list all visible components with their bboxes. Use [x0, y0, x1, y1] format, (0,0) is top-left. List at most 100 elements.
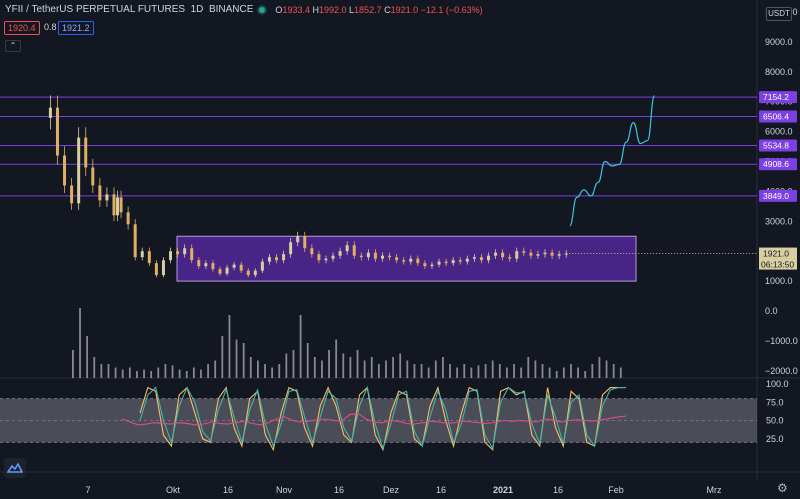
tradingview-logo-icon[interactable] [4, 458, 26, 478]
time-tick-label: Mrz [707, 485, 722, 495]
chart-canvas[interactable]: 10000.09000.08000.07000.06000.05000.0400… [0, 0, 800, 499]
candle-body [119, 197, 123, 213]
candle-body [140, 251, 144, 258]
chevron-up-icon[interactable]: ⌃ [5, 40, 21, 52]
price-tick-label: 3000.0 [765, 216, 793, 226]
candle-body [515, 251, 519, 259]
candle-body [161, 260, 165, 276]
time-tick-label: 16 [553, 485, 563, 495]
volume-bar [200, 369, 202, 378]
candle [55, 95, 59, 165]
consolidation-range-box [176, 235, 637, 282]
candle-body [536, 254, 540, 256]
volume-bar [185, 371, 188, 378]
candle-body [183, 248, 187, 255]
volume-bar [313, 357, 316, 378]
projection-path [569, 95, 656, 227]
volume-bar [598, 357, 601, 378]
time-tick-label: 7 [85, 485, 90, 495]
volume-bar [584, 371, 587, 378]
volume-bar [143, 369, 145, 378]
volume-bar [93, 357, 96, 378]
volume-bar [285, 353, 288, 378]
candle-body [211, 263, 215, 270]
candle [154, 260, 158, 278]
candle-body [253, 270, 257, 276]
candle [84, 127, 88, 177]
price-tick-label: 9000.0 [765, 37, 793, 47]
candle [70, 177, 74, 210]
candle-body [260, 261, 264, 271]
candle [119, 190, 123, 219]
candle-body [437, 261, 441, 265]
candle-body [154, 263, 158, 276]
candle-body [176, 251, 180, 255]
volume-bar [221, 336, 224, 378]
volume-bar [605, 360, 608, 378]
volume-bar [534, 360, 537, 378]
buy-price-button[interactable]: 1921.2 [58, 21, 94, 35]
candle-body [543, 252, 547, 255]
candle-body [296, 236, 300, 243]
volume-bar [342, 353, 345, 378]
volume-bar [121, 369, 124, 378]
volume-bar [463, 364, 466, 378]
volume-bar [484, 364, 487, 378]
candle-body [373, 252, 377, 259]
time-tick-label: 16 [334, 485, 344, 495]
volume-bar [392, 357, 394, 378]
candle-body [70, 185, 74, 204]
candle-body [267, 257, 271, 262]
volume-bar [456, 367, 459, 378]
symbol-name[interactable]: YFII / TetherUS PERPETUAL FUTURES [5, 4, 185, 15]
market-status-icon [259, 6, 266, 13]
time-tick-label: Dez [383, 485, 400, 495]
stoch-tick-label: 100.0 [766, 379, 789, 389]
volume-bar [612, 364, 615, 378]
volume-bar [570, 364, 572, 378]
volume-bar [257, 360, 259, 378]
candle-body [501, 252, 505, 258]
candle [147, 247, 151, 267]
price-tick-label: 0.0 [765, 306, 778, 316]
candle-body [77, 137, 81, 204]
stoch-tick-label: 50.0 [766, 416, 784, 426]
volume-bar [520, 367, 523, 378]
gear-icon[interactable]: ⚙ [777, 481, 788, 495]
candle-body [472, 257, 476, 259]
volume-bar [328, 350, 330, 378]
candle-body [494, 252, 498, 256]
candle-body [55, 107, 59, 156]
volume-bar [541, 364, 544, 378]
volume-bar [399, 353, 402, 378]
volume-bar [207, 364, 209, 378]
candle-body [225, 267, 229, 274]
candle-body [84, 137, 88, 168]
volume-bar [271, 367, 274, 378]
interval-label[interactable]: 1D [191, 4, 204, 15]
sell-price-button[interactable]: 1920.4 [4, 21, 40, 35]
volume-bar [299, 315, 302, 378]
candle-body [331, 255, 335, 259]
volume-bar [577, 367, 579, 378]
volume-bar [72, 350, 74, 378]
candle-body [197, 260, 201, 267]
chart-legend-header: YFII / TetherUS PERPETUAL FUTURES 1D BIN… [5, 4, 483, 15]
volume-bar [548, 367, 551, 378]
candle-body [522, 251, 526, 253]
volume-bar [306, 343, 309, 378]
volume-bar [449, 364, 451, 378]
volume-bar [321, 360, 323, 378]
candle-body [402, 260, 406, 262]
volume-bar [363, 360, 366, 378]
price-level-label: 4908.6 [763, 159, 789, 169]
time-tick-label: Nov [276, 485, 293, 495]
candle-body [147, 251, 151, 264]
volume-bar [242, 343, 245, 378]
time-tick-label: Okt [166, 485, 181, 495]
candle [98, 177, 102, 208]
currency-button[interactable]: USDT [766, 7, 792, 21]
volume-bar [562, 367, 565, 378]
candle-body [366, 252, 370, 258]
candle-body [48, 107, 52, 118]
